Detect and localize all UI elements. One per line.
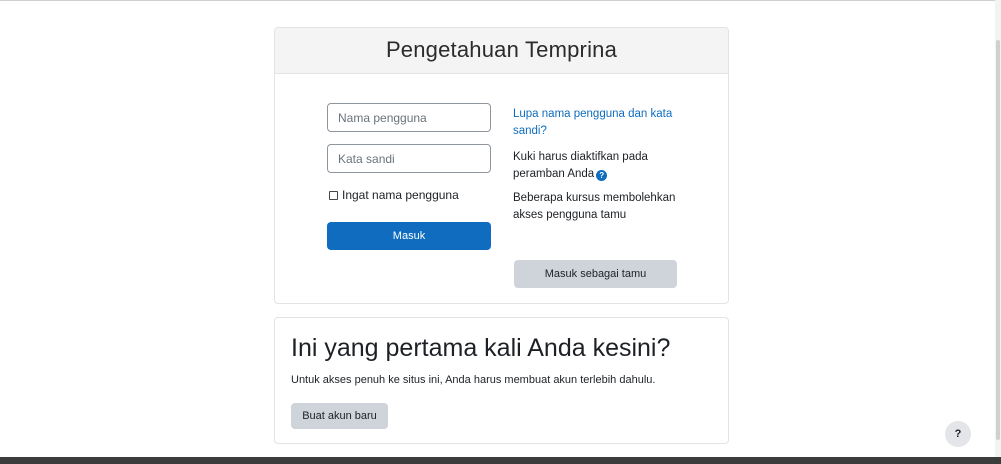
forgot-password-link[interactable]: Lupa nama pengguna dan kata sandi? [513,106,685,140]
help-button[interactable]: ? [945,421,971,447]
login-header: Pengetahuan Temprina [275,28,728,74]
remember-username-checkbox[interactable] [329,190,338,200]
username-input[interactable] [327,103,491,132]
login-card: Pengetahuan Temprina Ingat nama pengguna… [274,27,729,304]
signup-card: Ini yang pertama kali Anda kesini? Untuk… [274,317,729,444]
remember-username-row[interactable]: Ingat nama pengguna [329,188,459,202]
signup-heading: Ini yang pertama kali Anda kesini? [291,334,671,362]
remember-username-label: Ingat nama pengguna [342,188,459,202]
top-divider [0,0,1001,1]
password-input[interactable] [327,144,491,173]
create-account-button[interactable]: Buat akun baru [291,403,388,429]
guest-access-text: Beberapa kursus membolehkan akses penggu… [513,192,676,221]
guest-login-button[interactable]: Masuk sebagai tamu [514,260,677,288]
login-button[interactable]: Masuk [327,222,491,250]
login-page: Pengetahuan Temprina Ingat nama pengguna… [0,0,1001,464]
cookies-text: Kuki harus diaktifkan pada peramban Anda [513,151,648,180]
signup-text: Untuk akses penuh ke situs ini, Anda har… [291,374,656,386]
login-info-column: Lupa nama pengguna dan kata sandi? Kuki … [513,106,685,224]
scrollbar-track[interactable] [995,0,1001,457]
scrollbar-thumb[interactable] [996,40,1000,440]
question-circle-icon[interactable]: ? [596,170,608,181]
cookies-notice: Kuki harus diaktifkan pada peramban Anda… [513,149,685,183]
site-title: Pengetahuan Temprina [385,37,618,62]
bottom-bar [0,457,1001,464]
